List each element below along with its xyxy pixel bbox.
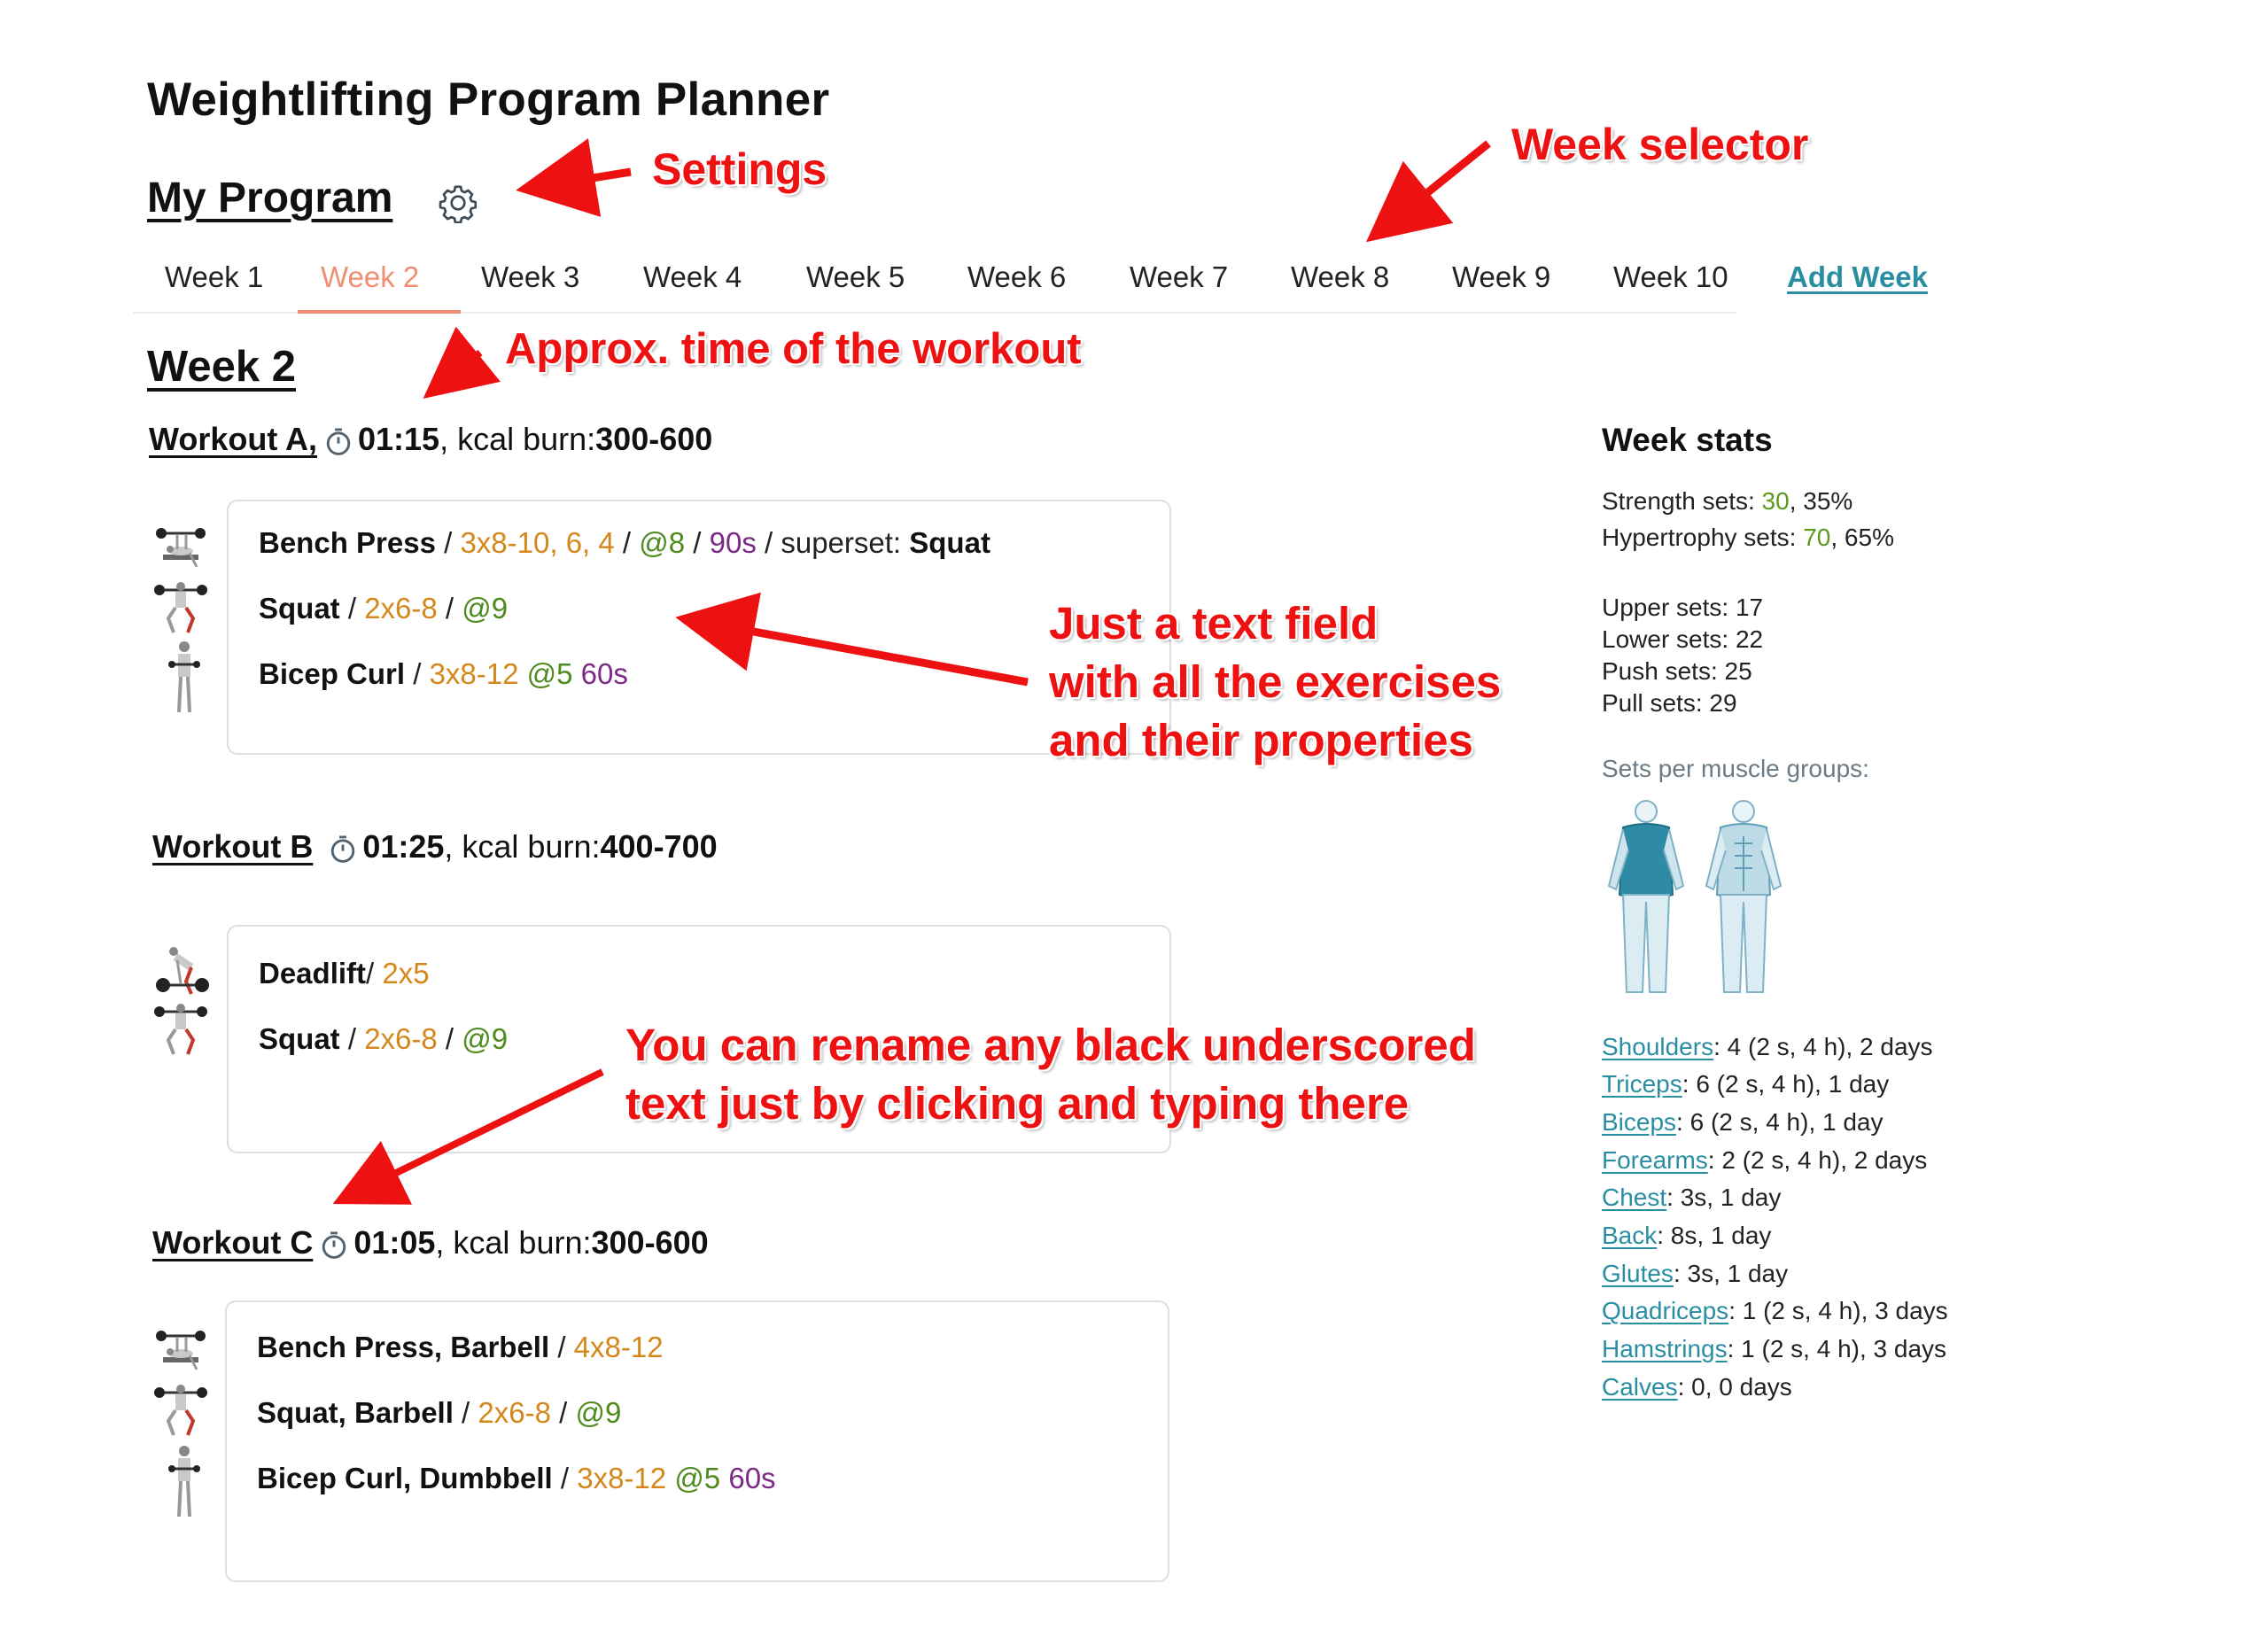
squat-thumbnail [154, 1004, 207, 1055]
exercise-line: Squat / 2x6-8 / @9 [259, 1022, 509, 1055]
exercise-line: Squat / 2x6-8 / @9 [259, 592, 509, 625]
arrow-to-time [423, 326, 501, 400]
muscle-groups-label: Sets per muscle groups: [1602, 755, 1869, 782]
kcal-range: 400-700 [600, 828, 718, 865]
exercise-line: Deadlift/ 2x5 [259, 957, 430, 990]
lower-sets-stat: Lower sets: 22 [1602, 625, 1764, 653]
muscle-stat-triceps: Triceps: 6 (2 s, 4 h), 1 day [1602, 1070, 1890, 1098]
tab-week-6[interactable]: Week 6 [967, 260, 1066, 294]
annotation-rename-1: You can rename any black underscored [625, 1020, 1476, 1070]
muscle-link-calves[interactable]: Calves [1602, 1373, 1678, 1401]
strength-sets-stat: Strength sets: 30, 35% [1602, 487, 1853, 515]
muscle-stat-glutes: Glutes: 3s, 1 day [1602, 1260, 1789, 1287]
workout-header: Workout C 01:05, kcal burn: 300-600 [152, 1224, 709, 1261]
muscle-link-shoulders[interactable]: Shoulders [1602, 1033, 1713, 1060]
annotation-week-selector: Week selector [1511, 120, 1809, 169]
kcal-label: , kcal burn: [439, 421, 596, 457]
stopwatch-icon [326, 428, 351, 455]
week-tabs: Week 1 Week 2 Week 3 Week 4 Week 5 Week … [133, 248, 1736, 314]
tab-week-2[interactable]: Week 2 [321, 260, 419, 294]
muscle-stat-calves: Calves: 0, 0 days [1602, 1373, 1792, 1401]
muscle-link-triceps[interactable]: Triceps [1602, 1070, 1682, 1098]
active-tab-indicator [298, 310, 461, 314]
app-title: Weightlifting Program Planner [147, 74, 830, 126]
bench-press-thumbnail [156, 1331, 206, 1370]
pull-sets-stat: Pull sets: 29 [1602, 689, 1737, 717]
add-week-button[interactable]: Add Week [1787, 260, 1928, 294]
exercise-text-field[interactable]: Bench Press, Barbell / 4x8-12 Squat, Bar… [225, 1300, 1169, 1582]
stopwatch-icon [322, 1231, 346, 1259]
arrow-to-settings [516, 138, 632, 218]
muscle-map-figure [1607, 800, 1783, 993]
workout-time: 01:05 [353, 1224, 436, 1261]
muscle-stat-biceps: Biceps: 6 (2 s, 4 h), 1 day [1602, 1108, 1884, 1136]
tab-week-5[interactable]: Week 5 [806, 260, 905, 294]
tab-week-10[interactable]: Week 10 [1613, 260, 1728, 294]
exercise-line: Bench Press, Barbell / 4x8-12 [257, 1331, 664, 1363]
tab-week-4[interactable]: Week 4 [643, 260, 742, 294]
workout-name[interactable]: Workout C [152, 1224, 313, 1261]
workout-name[interactable]: Workout B [152, 828, 313, 865]
bench-press-thumbnail [156, 528, 206, 568]
kcal-range: 300-600 [591, 1224, 709, 1261]
muscle-link-glutes[interactable]: Glutes [1602, 1260, 1674, 1287]
hypertrophy-sets-stat: Hypertrophy sets: 70, 65% [1602, 524, 1894, 551]
tab-week-3[interactable]: Week 3 [481, 260, 579, 294]
squat-thumbnail [154, 582, 207, 633]
workout-time: 01:15 [357, 421, 440, 457]
muscle-link-quadriceps[interactable]: Quadriceps [1602, 1297, 1728, 1324]
muscle-stat-back: Back: 8s, 1 day [1602, 1222, 1772, 1249]
program-title[interactable]: My Program [147, 174, 392, 222]
kcal-label: , kcal burn: [435, 1224, 592, 1261]
kcal-label: , kcal burn: [444, 828, 601, 865]
muscle-stat-hamstrings: Hamstrings: 1 (2 s, 4 h), 3 days [1602, 1335, 1947, 1362]
exercise-text-field[interactable]: Bench Press / 3x8-10, 6, 4 / @8 / 90s / … [227, 500, 1171, 755]
muscle-link-back[interactable]: Back [1602, 1222, 1657, 1249]
squat-thumbnail [154, 1385, 207, 1436]
upper-sets-stat: Upper sets: 17 [1602, 594, 1764, 621]
arrow-to-week-selector [1365, 140, 1491, 243]
annotation-text-field-2: with all the exercises [1049, 656, 1502, 707]
muscle-stat-shoulders: Shoulders: 4 (2 s, 4 h), 2 days [1602, 1033, 1933, 1060]
week-title[interactable]: Week 2 [147, 342, 296, 392]
deadlift-thumbnail [156, 947, 209, 995]
exercise-line: Bicep Curl / 3x8-12 @5 60s [259, 657, 628, 690]
tab-week-1[interactable]: Week 1 [165, 260, 263, 294]
workout-header: Workout A, 01:15, kcal burn: 300-600 [149, 421, 712, 458]
annotation-settings: Settings [652, 144, 827, 194]
tab-week-9[interactable]: Week 9 [1452, 260, 1550, 294]
annotation-rename-2: text just by clicking and typing there [625, 1078, 1410, 1129]
workout-time: 01:25 [362, 828, 445, 865]
muscle-stat-forearms: Forearms: 2 (2 s, 4 h), 2 days [1602, 1146, 1928, 1174]
muscle-stat-quadriceps: Quadriceps: 1 (2 s, 4 h), 3 days [1602, 1297, 1948, 1324]
exercise-line: Bench Press / 3x8-10, 6, 4 / @8 / 90s / … [259, 526, 990, 559]
bicep-curl-thumbnail [168, 641, 200, 713]
bicep-curl-thumbnail [168, 1446, 200, 1517]
exercise-line: Squat, Barbell / 2x6-8 / @9 [257, 1396, 622, 1429]
kcal-range: 300-600 [595, 421, 713, 457]
muscle-link-biceps[interactable]: Biceps [1602, 1108, 1676, 1136]
annotation-text-field-1: Just a text field [1049, 598, 1379, 648]
muscle-link-chest[interactable]: Chest [1602, 1184, 1666, 1211]
tab-week-8[interactable]: Week 8 [1291, 260, 1389, 294]
workout-header: Workout B 01:25, kcal burn: 400-700 [152, 828, 718, 865]
annotation-text-field-3: and their properties [1049, 715, 1473, 765]
exercise-line: Bicep Curl, Dumbbell / 3x8-12 @5 60s [257, 1462, 776, 1494]
annotation-time: Approx. time of the workout [505, 325, 1082, 373]
muscle-link-hamstrings[interactable]: Hamstrings [1602, 1335, 1728, 1362]
stopwatch-icon [331, 835, 355, 863]
week-stats-title: Week stats [1602, 422, 1773, 458]
gear-icon[interactable] [438, 182, 478, 223]
workout-name[interactable]: Workout A, [149, 421, 317, 458]
muscle-stat-chest: Chest: 3s, 1 day [1602, 1184, 1782, 1211]
push-sets-stat: Push sets: 25 [1602, 657, 1752, 685]
tab-week-7[interactable]: Week 7 [1130, 260, 1228, 294]
muscle-link-forearms[interactable]: Forearms [1602, 1146, 1708, 1174]
